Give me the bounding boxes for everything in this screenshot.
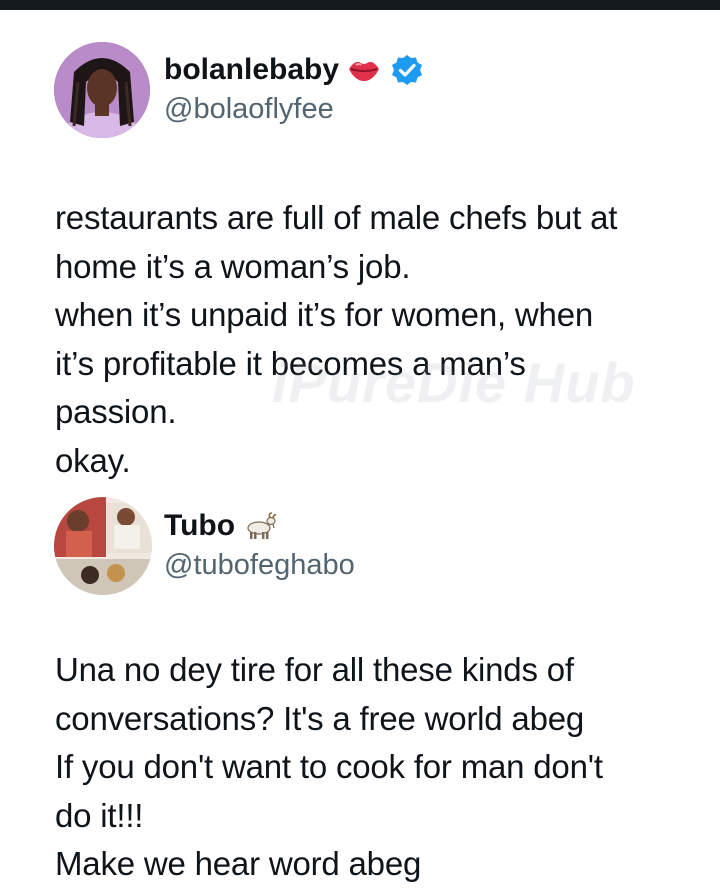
tweet-line: when it’s unpaid it’s for women, when xyxy=(55,296,594,333)
handle[interactable]: @tubofeghabo xyxy=(164,546,355,584)
name-row: Tubo xyxy=(164,508,355,544)
handle[interactable]: @bolaoflyfee xyxy=(164,90,423,128)
verified-badge-icon xyxy=(391,54,423,86)
tweet-header: bolanlebaby @bolaoflyfee xyxy=(54,42,423,138)
avatar[interactable] xyxy=(54,497,152,595)
reply-line: conversations? It's a free world abeg xyxy=(55,699,585,737)
tweet-line: okay. xyxy=(55,441,131,479)
tweet-line: it’s profitable it becomes a man’s xyxy=(55,344,526,382)
reply-line: Make we hear word abeg xyxy=(55,845,422,882)
tweet-line: home it’s a woman’s job. xyxy=(55,247,411,285)
avatar[interactable] xyxy=(54,42,150,138)
tweet-text: restaurants are full of male chefs but a… xyxy=(55,194,685,485)
display-name[interactable]: bolanlebaby xyxy=(164,52,339,88)
reply-line: If you don't want to cook for man don't xyxy=(55,748,603,785)
author-block: Tubo @tubofeghabo xyxy=(164,508,355,584)
author-block: bolanlebaby @bolaoflyfee xyxy=(164,52,423,128)
avatar-image xyxy=(54,42,150,138)
name-row: bolanlebaby xyxy=(164,52,423,88)
top-status-strip xyxy=(0,0,720,10)
kiss-lips-icon xyxy=(347,55,381,85)
tweet-line: passion. xyxy=(55,393,177,430)
reply-line: Una no dey tire for all these kinds of xyxy=(55,651,574,688)
goat-icon xyxy=(243,512,277,540)
reply-header: Tubo @tubofeghabo xyxy=(54,497,355,595)
tweet-line: restaurants are full of male chefs but a… xyxy=(55,199,618,236)
reply-text: Una no dey tire for all these kinds of c… xyxy=(55,646,695,889)
screenshot-page: bolanlebaby @bolaoflyfee restaurants are… xyxy=(0,0,720,892)
reply-line: do it!!! xyxy=(55,796,144,834)
display-name[interactable]: Tubo xyxy=(164,508,235,544)
avatar-image xyxy=(54,497,152,595)
